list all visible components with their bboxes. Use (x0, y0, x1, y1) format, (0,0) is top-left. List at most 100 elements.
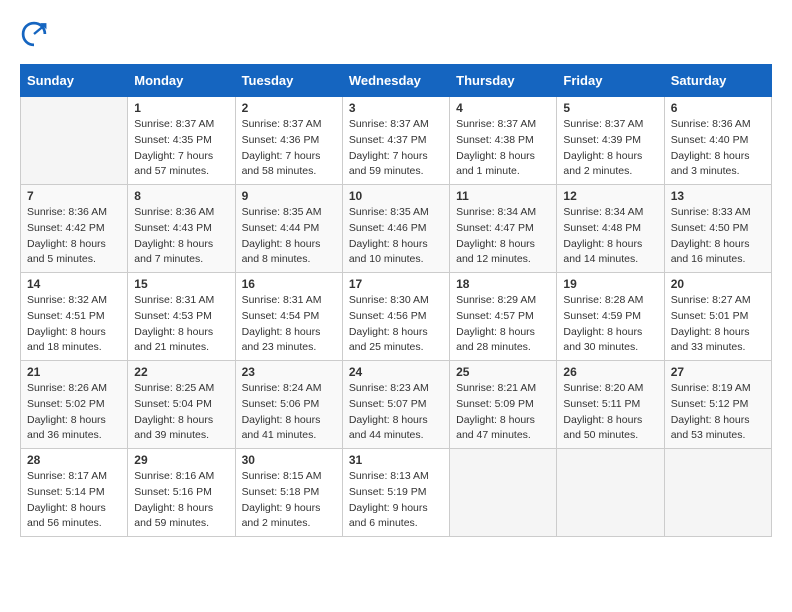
sunrise: Sunrise: 8:31 AM (242, 294, 322, 306)
col-header-thursday: Thursday (450, 65, 557, 97)
day-info: Sunrise: 8:23 AM Sunset: 5:07 PM Dayligh… (349, 381, 443, 444)
day-number: 15 (134, 277, 228, 291)
col-header-saturday: Saturday (664, 65, 771, 97)
day-number: 4 (456, 101, 550, 115)
day-info: Sunrise: 8:30 AM Sunset: 4:56 PM Dayligh… (349, 293, 443, 356)
day-number: 7 (27, 189, 121, 203)
sunset: Sunset: 5:09 PM (456, 398, 534, 410)
calendar-cell: 6 Sunrise: 8:36 AM Sunset: 4:40 PM Dayli… (664, 97, 771, 185)
daylight: Daylight: 7 hours and 58 minutes. (242, 150, 321, 178)
day-number: 5 (563, 101, 657, 115)
day-info: Sunrise: 8:32 AM Sunset: 4:51 PM Dayligh… (27, 293, 121, 356)
sunrise: Sunrise: 8:19 AM (671, 382, 751, 394)
day-info: Sunrise: 8:37 AM Sunset: 4:38 PM Dayligh… (456, 117, 550, 180)
col-header-tuesday: Tuesday (235, 65, 342, 97)
day-number: 29 (134, 453, 228, 467)
daylight: Daylight: 8 hours and 1 minute. (456, 150, 535, 178)
sunset: Sunset: 4:42 PM (27, 222, 105, 234)
sunset: Sunset: 4:40 PM (671, 134, 749, 146)
daylight: Daylight: 9 hours and 6 minutes. (349, 502, 428, 530)
daylight: Daylight: 8 hours and 47 minutes. (456, 414, 535, 442)
week-row-3: 14 Sunrise: 8:32 AM Sunset: 4:51 PM Dayl… (21, 273, 772, 361)
sunrise: Sunrise: 8:24 AM (242, 382, 322, 394)
sunrise: Sunrise: 8:34 AM (456, 206, 536, 218)
sunrise: Sunrise: 8:29 AM (456, 294, 536, 306)
sunset: Sunset: 5:02 PM (27, 398, 105, 410)
calendar-cell: 4 Sunrise: 8:37 AM Sunset: 4:38 PM Dayli… (450, 97, 557, 185)
page-header (20, 20, 772, 48)
day-info: Sunrise: 8:27 AM Sunset: 5:01 PM Dayligh… (671, 293, 765, 356)
day-number: 1 (134, 101, 228, 115)
logo-icon (20, 20, 48, 48)
sunset: Sunset: 5:01 PM (671, 310, 749, 322)
daylight: Daylight: 8 hours and 3 minutes. (671, 150, 750, 178)
day-info: Sunrise: 8:13 AM Sunset: 5:19 PM Dayligh… (349, 469, 443, 532)
calendar-cell: 9 Sunrise: 8:35 AM Sunset: 4:44 PM Dayli… (235, 185, 342, 273)
calendar-cell: 3 Sunrise: 8:37 AM Sunset: 4:37 PM Dayli… (342, 97, 449, 185)
daylight: Daylight: 9 hours and 2 minutes. (242, 502, 321, 530)
day-number: 10 (349, 189, 443, 203)
daylight: Daylight: 8 hours and 14 minutes. (563, 238, 642, 266)
day-number: 14 (27, 277, 121, 291)
sunrise: Sunrise: 8:36 AM (134, 206, 214, 218)
sunrise: Sunrise: 8:36 AM (671, 118, 751, 130)
sunset: Sunset: 4:56 PM (349, 310, 427, 322)
sunrise: Sunrise: 8:20 AM (563, 382, 643, 394)
calendar-cell: 30 Sunrise: 8:15 AM Sunset: 5:18 PM Dayl… (235, 449, 342, 537)
day-number: 8 (134, 189, 228, 203)
calendar-cell: 20 Sunrise: 8:27 AM Sunset: 5:01 PM Dayl… (664, 273, 771, 361)
calendar-cell: 18 Sunrise: 8:29 AM Sunset: 4:57 PM Dayl… (450, 273, 557, 361)
sunset: Sunset: 4:35 PM (134, 134, 212, 146)
daylight: Daylight: 8 hours and 33 minutes. (671, 326, 750, 354)
day-number: 31 (349, 453, 443, 467)
calendar-cell (557, 449, 664, 537)
calendar-cell: 22 Sunrise: 8:25 AM Sunset: 5:04 PM Dayl… (128, 361, 235, 449)
daylight: Daylight: 8 hours and 2 minutes. (563, 150, 642, 178)
day-info: Sunrise: 8:28 AM Sunset: 4:59 PM Dayligh… (563, 293, 657, 356)
calendar-cell (450, 449, 557, 537)
daylight: Daylight: 8 hours and 23 minutes. (242, 326, 321, 354)
daylight: Daylight: 8 hours and 39 minutes. (134, 414, 213, 442)
sunrise: Sunrise: 8:28 AM (563, 294, 643, 306)
col-header-monday: Monday (128, 65, 235, 97)
calendar-cell: 16 Sunrise: 8:31 AM Sunset: 4:54 PM Dayl… (235, 273, 342, 361)
daylight: Daylight: 8 hours and 25 minutes. (349, 326, 428, 354)
daylight: Daylight: 8 hours and 21 minutes. (134, 326, 213, 354)
day-number: 11 (456, 189, 550, 203)
day-number: 16 (242, 277, 336, 291)
sunset: Sunset: 5:18 PM (242, 486, 320, 498)
calendar-cell: 27 Sunrise: 8:19 AM Sunset: 5:12 PM Dayl… (664, 361, 771, 449)
day-info: Sunrise: 8:24 AM Sunset: 5:06 PM Dayligh… (242, 381, 336, 444)
sunset: Sunset: 4:37 PM (349, 134, 427, 146)
sunrise: Sunrise: 8:36 AM (27, 206, 107, 218)
sunrise: Sunrise: 8:16 AM (134, 470, 214, 482)
sunset: Sunset: 4:47 PM (456, 222, 534, 234)
day-info: Sunrise: 8:34 AM Sunset: 4:47 PM Dayligh… (456, 205, 550, 268)
daylight: Daylight: 8 hours and 28 minutes. (456, 326, 535, 354)
daylight: Daylight: 8 hours and 12 minutes. (456, 238, 535, 266)
calendar-cell: 14 Sunrise: 8:32 AM Sunset: 4:51 PM Dayl… (21, 273, 128, 361)
day-number: 6 (671, 101, 765, 115)
daylight: Daylight: 8 hours and 36 minutes. (27, 414, 106, 442)
calendar-cell: 8 Sunrise: 8:36 AM Sunset: 4:43 PM Dayli… (128, 185, 235, 273)
calendar-cell (21, 97, 128, 185)
calendar-cell: 26 Sunrise: 8:20 AM Sunset: 5:11 PM Dayl… (557, 361, 664, 449)
sunrise: Sunrise: 8:37 AM (563, 118, 643, 130)
week-row-1: 1 Sunrise: 8:37 AM Sunset: 4:35 PM Dayli… (21, 97, 772, 185)
day-info: Sunrise: 8:35 AM Sunset: 4:44 PM Dayligh… (242, 205, 336, 268)
sunset: Sunset: 4:54 PM (242, 310, 320, 322)
sunset: Sunset: 5:19 PM (349, 486, 427, 498)
daylight: Daylight: 8 hours and 16 minutes. (671, 238, 750, 266)
sunrise: Sunrise: 8:15 AM (242, 470, 322, 482)
sunset: Sunset: 4:51 PM (27, 310, 105, 322)
calendar-cell: 21 Sunrise: 8:26 AM Sunset: 5:02 PM Dayl… (21, 361, 128, 449)
day-number: 13 (671, 189, 765, 203)
calendar-cell: 7 Sunrise: 8:36 AM Sunset: 4:42 PM Dayli… (21, 185, 128, 273)
sunset: Sunset: 5:14 PM (27, 486, 105, 498)
day-number: 23 (242, 365, 336, 379)
calendar-cell: 13 Sunrise: 8:33 AM Sunset: 4:50 PM Dayl… (664, 185, 771, 273)
day-number: 17 (349, 277, 443, 291)
logo (20, 20, 52, 48)
calendar-cell: 19 Sunrise: 8:28 AM Sunset: 4:59 PM Dayl… (557, 273, 664, 361)
calendar-cell: 5 Sunrise: 8:37 AM Sunset: 4:39 PM Dayli… (557, 97, 664, 185)
